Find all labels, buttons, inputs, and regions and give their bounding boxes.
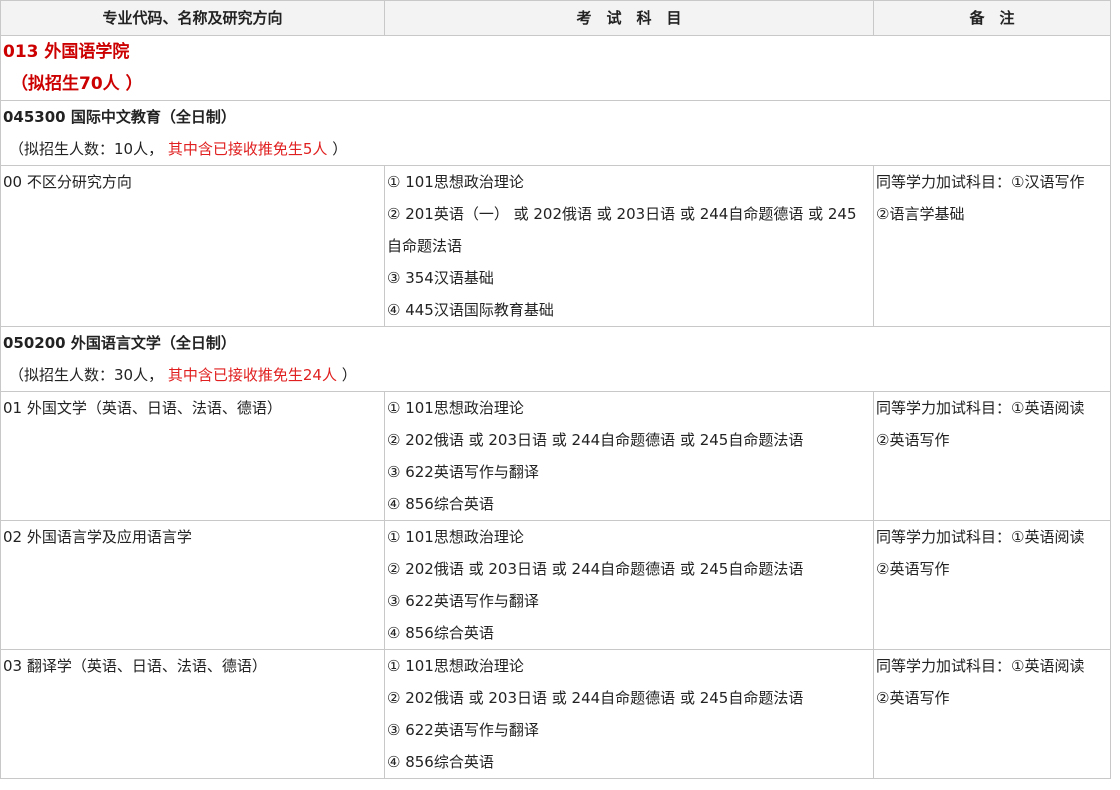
note-line: ②英语写作	[876, 560, 950, 578]
note-line: 同等学力加试科目：①汉语写作	[876, 173, 1085, 191]
subject-item: ② 202俄语 或 203日语 或 244自命题德语 或 245自命题法语	[387, 431, 804, 449]
subject-item: ① 101思想政治理论	[387, 173, 524, 191]
header-subjects: 考 试 科 目	[384, 0, 874, 36]
subject-item: ④ 856综合英语	[387, 753, 494, 771]
direction-name: 01 外国文学（英语、日语、法语、德语）	[0, 391, 385, 521]
direction-note: 同等学力加试科目：①英语阅读 ②英语写作	[873, 649, 1111, 779]
direction-name: 02 外国语言学及应用语言学	[0, 520, 385, 650]
major-quota: （拟招生人数：10人， 其中含已接收推免生5人 ）	[3, 133, 1108, 165]
direction-row: 03 翻译学（英语、日语、法语、德语） ① 101思想政治理论 ② 202俄语 …	[0, 649, 1111, 779]
note-line: 同等学力加试科目：①英语阅读	[876, 399, 1085, 417]
note-line: ②语言学基础	[876, 205, 965, 223]
direction-subjects: ① 101思想政治理论 ② 202俄语 或 203日语 或 244自命题德语 或…	[384, 391, 874, 521]
direction-row: 02 外国语言学及应用语言学 ① 101思想政治理论 ② 202俄语 或 203…	[0, 520, 1111, 650]
quota-prefix: （拟招生人数：30人，	[9, 366, 164, 384]
subject-item: ② 202俄语 或 203日语 或 244自命题德语 或 245自命题法语	[387, 689, 804, 707]
major-row: 050200 外国语言文学（全日制） （拟招生人数：30人， 其中含已接收推免生…	[0, 326, 1111, 392]
quota-suffix: ）	[341, 366, 357, 384]
subject-item: ③ 354汉语基础	[387, 269, 494, 287]
subject-item: ③ 622英语写作与翻译	[387, 721, 539, 739]
note-line: 同等学力加试科目：①英语阅读	[876, 528, 1085, 546]
major-title: 050200 外国语言文学（全日制）	[3, 334, 236, 352]
subject-item: ④ 856综合英语	[387, 624, 494, 642]
quota-prefix: （拟招生人数：10人，	[9, 140, 164, 158]
subject-item: ① 101思想政治理论	[387, 528, 524, 546]
direction-row: 00 不区分研究方向 ① 101思想政治理论 ② 201英语（一） 或 202俄…	[0, 165, 1111, 327]
direction-name: 00 不区分研究方向	[0, 165, 385, 327]
subject-item: ③ 622英语写作与翻译	[387, 463, 539, 481]
quota-exempt: 其中含已接收推免生5人	[167, 140, 328, 158]
direction-subjects: ① 101思想政治理论 ② 202俄语 或 203日语 或 244自命题德语 或…	[384, 649, 874, 779]
note-line: 同等学力加试科目：①英语阅读	[876, 657, 1085, 675]
subject-item: ③ 622英语写作与翻译	[387, 592, 539, 610]
subject-item: ② 201英语（一） 或 202俄语 或 203日语 或 244自命题德语 或 …	[387, 205, 857, 255]
header-row: 专业代码、名称及研究方向 考 试 科 目 备 注	[0, 0, 1111, 36]
note-line: ②英语写作	[876, 689, 950, 707]
major-cell: 050200 外国语言文学（全日制） （拟招生人数：30人， 其中含已接收推免生…	[0, 326, 1111, 392]
direction-note: 同等学力加试科目：①英语阅读 ②英语写作	[873, 520, 1111, 650]
quota-exempt: 其中含已接收推免生24人	[167, 366, 337, 384]
college-name: 013 外国语学院	[3, 42, 130, 62]
college-row: 013 外国语学院 （拟招生70人 ）	[0, 35, 1111, 101]
subject-item: ④ 856综合英语	[387, 495, 494, 513]
catalog-table: 专业代码、名称及研究方向 考 试 科 目 备 注 013 外国语学院 （拟招生7…	[0, 0, 1111, 779]
major-row: 045300 国际中文教育（全日制） （拟招生人数：10人， 其中含已接收推免生…	[0, 100, 1111, 166]
direction-subjects: ① 101思想政治理论 ② 202俄语 或 203日语 或 244自命题德语 或…	[384, 520, 874, 650]
college-cell: 013 外国语学院 （拟招生70人 ）	[0, 35, 1111, 101]
subject-item: ④ 445汉语国际教育基础	[387, 301, 554, 319]
direction-note: 同等学力加试科目：①英语阅读 ②英语写作	[873, 391, 1111, 521]
quota-suffix: ）	[332, 140, 348, 158]
college-quota: （拟招生70人 ）	[11, 74, 143, 94]
subject-item: ② 202俄语 或 203日语 或 244自命题德语 或 245自命题法语	[387, 560, 804, 578]
subject-item: ① 101思想政治理论	[387, 657, 524, 675]
major-cell: 045300 国际中文教育（全日制） （拟招生人数：10人， 其中含已接收推免生…	[0, 100, 1111, 166]
major-title: 045300 国际中文教育（全日制）	[3, 108, 236, 126]
direction-row: 01 外国文学（英语、日语、法语、德语） ① 101思想政治理论 ② 202俄语…	[0, 391, 1111, 521]
direction-note: 同等学力加试科目：①汉语写作 ②语言学基础	[873, 165, 1111, 327]
subject-item: ① 101思想政治理论	[387, 399, 524, 417]
direction-name: 03 翻译学（英语、日语、法语、德语）	[0, 649, 385, 779]
major-quota: （拟招生人数：30人， 其中含已接收推免生24人 ）	[3, 359, 1108, 391]
header-notes: 备 注	[873, 0, 1111, 36]
header-major: 专业代码、名称及研究方向	[0, 0, 385, 36]
direction-subjects: ① 101思想政治理论 ② 201英语（一） 或 202俄语 或 203日语 或…	[384, 165, 874, 327]
note-line: ②英语写作	[876, 431, 950, 449]
